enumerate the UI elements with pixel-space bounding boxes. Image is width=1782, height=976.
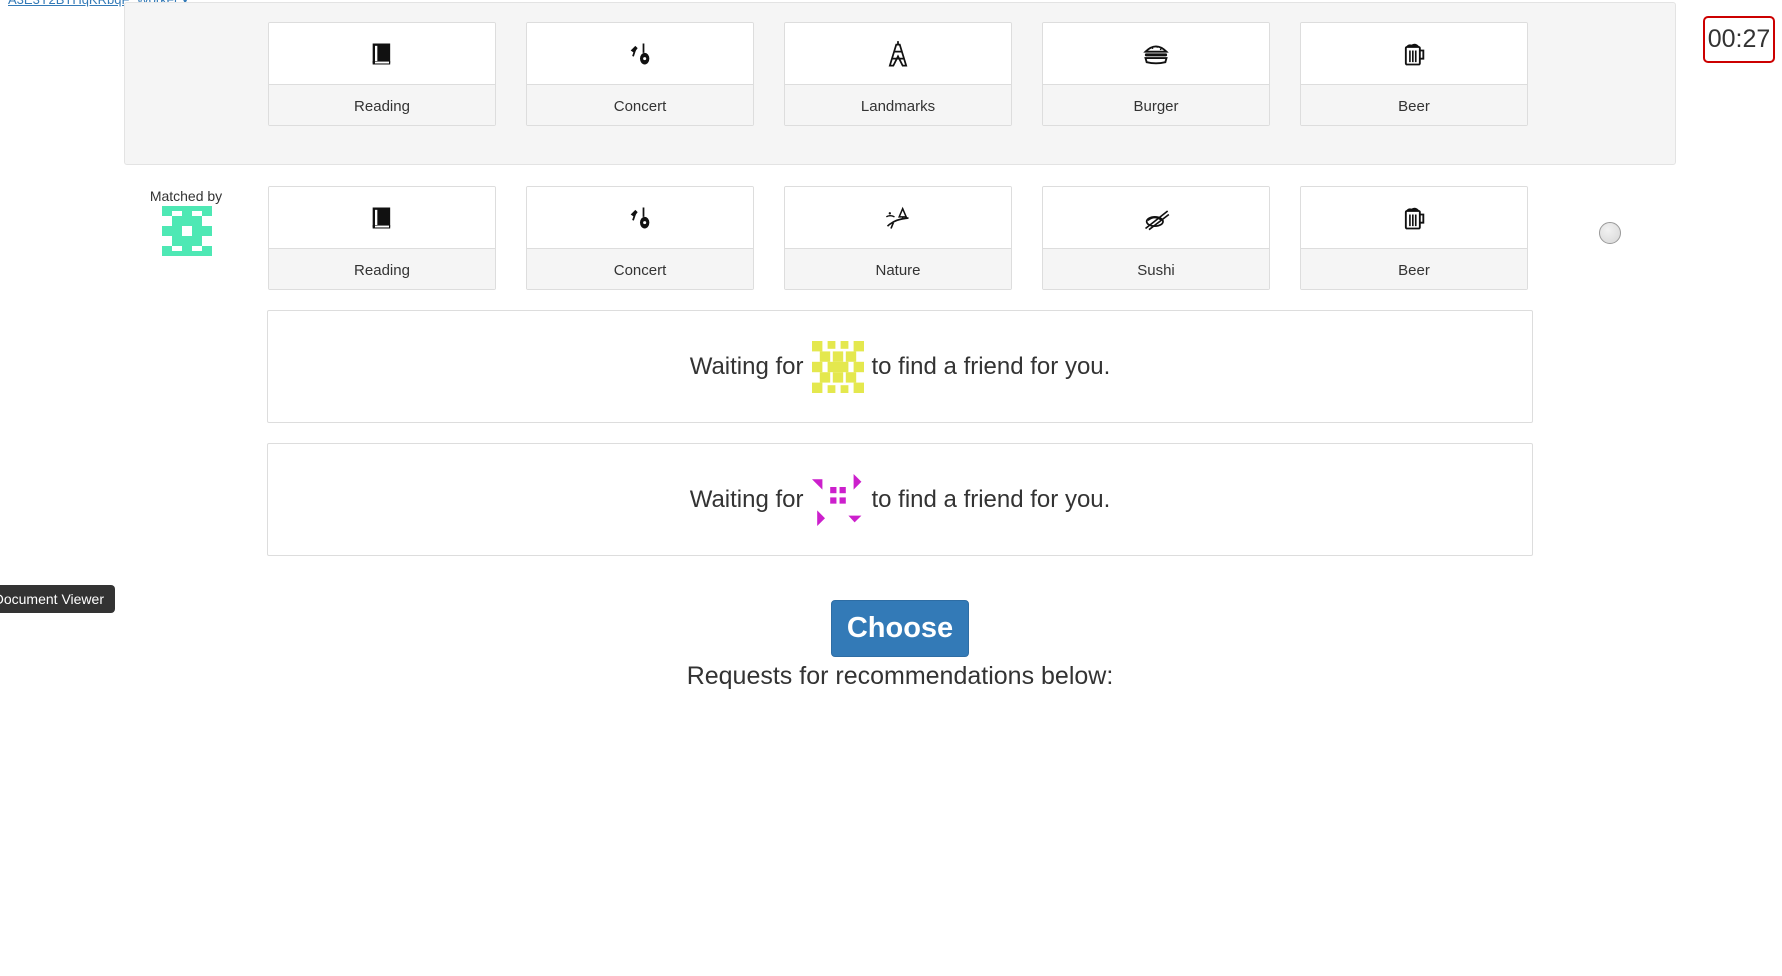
waiting-box: Waiting for to find a friend for you.: [267, 310, 1533, 423]
eiffel-tower-icon: [785, 23, 1011, 85]
choice-label: Beer: [1301, 85, 1527, 125]
countdown-timer: 00:27: [1703, 16, 1775, 63]
waiting-suffix: to find a friend for you.: [871, 352, 1111, 380]
match-label: Reading: [269, 249, 495, 289]
match-choices-row: Reading Concert Nature Sushi Beer: [268, 186, 1528, 290]
book-icon: [269, 187, 495, 249]
choice-label: Reading: [269, 85, 495, 125]
burger-icon: [1043, 23, 1269, 85]
matched-by-label: Matched by: [149, 188, 223, 204]
waiting-user-avatar: [811, 340, 864, 393]
match-select-radio[interactable]: [1599, 222, 1621, 244]
sushi-icon: [1043, 187, 1269, 249]
guitar-icon: [527, 187, 753, 249]
choice-card-landmarks[interactable]: Landmarks: [784, 22, 1012, 126]
match-label: Sushi: [1043, 249, 1269, 289]
matched-user-avatar: [162, 206, 212, 256]
waiting-box: Waiting for to find a friend for you.: [267, 443, 1533, 556]
waiting-user-avatar: [811, 473, 861, 526]
book-icon: [269, 23, 495, 85]
choice-card-beer[interactable]: Beer: [1300, 22, 1528, 126]
guitar-icon: [527, 23, 753, 85]
beer-mug-icon: [1301, 187, 1527, 249]
choice-label: Burger: [1043, 85, 1269, 125]
match-label: Concert: [527, 249, 753, 289]
choice-label: Concert: [527, 85, 753, 125]
choice-card-burger[interactable]: Burger: [1042, 22, 1270, 126]
nature-icon: [785, 187, 1011, 249]
match-card-sushi: Sushi: [1042, 186, 1270, 290]
beer-mug-icon: [1301, 23, 1527, 85]
match-label: Nature: [785, 249, 1011, 289]
choice-label: Landmarks: [785, 85, 1011, 125]
waiting-prefix: Waiting for: [689, 485, 804, 513]
choice-card-concert[interactable]: Concert: [526, 22, 754, 126]
match-card-beer: Beer: [1300, 186, 1528, 290]
waiting-suffix: to find a friend for you.: [871, 485, 1111, 513]
match-label: Beer: [1301, 249, 1527, 289]
match-card-concert: Concert: [526, 186, 754, 290]
match-card-nature: Nature: [784, 186, 1012, 290]
choice-card-reading[interactable]: Reading: [268, 22, 496, 126]
match-card-reading: Reading: [268, 186, 496, 290]
requests-heading: Requests for recommendations below:: [686, 662, 1114, 690]
my-choices-row: Reading Concert Landmarks Burger Beer: [268, 22, 1528, 126]
choose-button[interactable]: Choose: [831, 600, 969, 657]
waiting-prefix: Waiting for: [689, 352, 804, 380]
document-viewer-tooltip: Document Viewer: [0, 585, 115, 613]
